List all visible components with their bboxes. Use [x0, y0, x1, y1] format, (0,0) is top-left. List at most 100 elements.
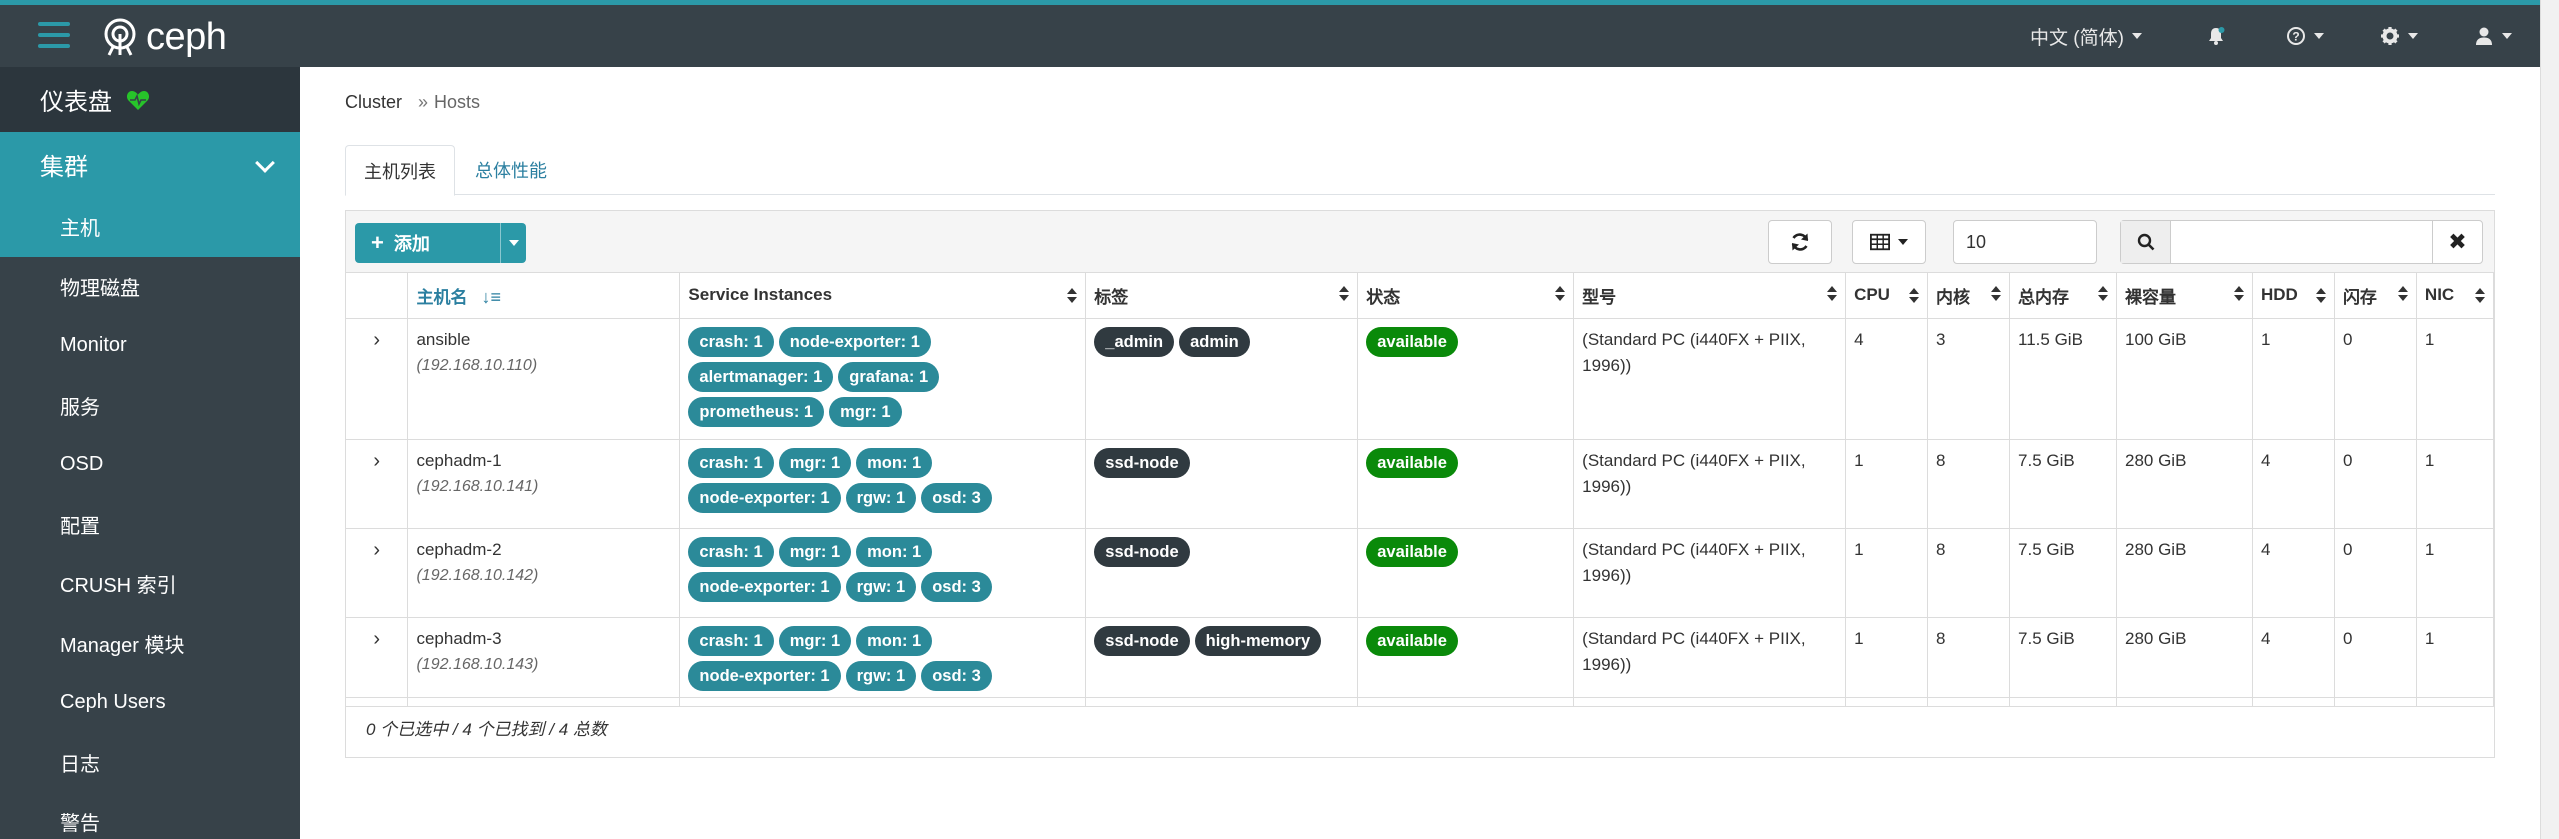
ceph-logo-icon	[104, 18, 136, 56]
host-ip: (192.168.10.110)	[416, 356, 538, 374]
sidebar-item-dashboard[interactable]: 仪表盘	[0, 67, 300, 132]
search-input[interactable]	[2171, 221, 2432, 263]
table-row[interactable]: › cephadm-3 (192.168.10.143) crash: 1 mgr: 1…	[346, 617, 2495, 707]
service-badge: osd: 3	[921, 571, 992, 602]
sidebar-item-services[interactable]: 服务	[0, 376, 300, 436]
cpu-cell: 1	[1845, 528, 1929, 618]
flash-cell: 0	[2334, 439, 2417, 529]
expand-row-button[interactable]: ›	[346, 439, 409, 529]
table-footer: 0 个已选中 / 4 个已找到 / 4 总数	[346, 697, 2494, 757]
clear-search-button[interactable]: ✖	[2432, 221, 2482, 263]
notifications-button[interactable]	[2206, 5, 2226, 67]
sidebar-item-alerts[interactable]: 警告	[0, 792, 300, 839]
model-cell: (Standard PC (i440FX + PIIX, 1996))	[1573, 318, 1847, 440]
service-badge: grafana: 1	[838, 361, 940, 392]
language-selector[interactable]: 中文 (简体)	[2030, 5, 2142, 67]
sidebar-item-physical-disks[interactable]: 物理磁盘	[0, 257, 300, 317]
host-ip: (192.168.10.143)	[416, 655, 539, 673]
service-badge: alertmanager: 1	[688, 361, 834, 392]
service-badge: mon: 1	[856, 536, 933, 567]
column-header-service-instances[interactable]: Service Instances	[679, 273, 1087, 319]
sidebar-item-crush-map[interactable]: CRUSH 索引	[0, 554, 300, 614]
flash-cell: 0	[2334, 318, 2417, 440]
sidebar: 仪表盘 集群 主机 物理磁盘 Monitor 服务 OSD 配置 CRUSH 索…	[0, 67, 300, 839]
column-header-labels[interactable]: 标签	[1085, 273, 1359, 319]
table-row[interactable]: › ansible (192.168.10.110) crash: 1 node-exp…	[346, 318, 2495, 440]
tab-host-list[interactable]: 主机列表	[345, 145, 455, 196]
label-badge: admin	[1179, 326, 1250, 357]
table-row[interactable]: › cephadm-1 (192.168.10.141) crash: 1 mgr: 1…	[346, 439, 2495, 529]
service-badge: mon: 1	[856, 625, 933, 656]
sidebar-item-hosts[interactable]: 主机	[0, 197, 300, 257]
expand-row-button[interactable]: ›	[346, 617, 409, 707]
service-badge: mgr: 1	[829, 396, 902, 427]
raw-capacity-cell: 100 GiB	[2116, 318, 2253, 440]
brand-name: ceph	[146, 15, 227, 58]
sidebar-item-ceph-users[interactable]: Ceph Users	[0, 673, 300, 733]
add-dropdown-toggle[interactable]	[500, 223, 526, 263]
column-header-cpu[interactable]: CPU	[1845, 273, 1929, 319]
hosts-table: 主机名 ↓≡ Service Instances 标签 状态 型号 CPU 内核 …	[346, 273, 2495, 707]
expand-row-button[interactable]: ›	[346, 318, 409, 440]
settings-menu[interactable]	[2380, 5, 2418, 67]
sidebar-item-manager-modules[interactable]: Manager 模块	[0, 614, 300, 674]
table-row[interactable]: › cephadm-2 (192.168.10.142) crash: 1 mgr: 1…	[346, 528, 2495, 618]
chevron-down-icon	[2502, 33, 2512, 39]
hdd-cell: 4	[2252, 439, 2335, 529]
service-badge: node-exporter: 1	[688, 571, 841, 602]
sidebar-item-cluster[interactable]: 集群	[0, 132, 300, 197]
hamburger-menu-icon[interactable]	[38, 22, 70, 48]
column-header-hostname[interactable]: 主机名 ↓≡	[407, 273, 681, 319]
sidebar-item-logs[interactable]: 日志	[0, 733, 300, 793]
column-header-raw-capacity[interactable]: 裸容量	[2116, 273, 2253, 319]
search-icon	[2121, 221, 2171, 263]
sidebar-item-label: Ceph Users	[60, 691, 166, 714]
hostname: cephadm-2	[416, 539, 502, 559]
language-label: 中文 (简体)	[2030, 27, 2124, 49]
hostname: cephadm-3	[416, 628, 502, 648]
sort-icon	[1555, 285, 1566, 303]
label-badge: ssd-node	[1094, 536, 1190, 567]
nic-cell: 1	[2416, 617, 2495, 707]
status-badge: available	[1366, 326, 1458, 357]
expand-row-button[interactable]: ›	[346, 528, 409, 618]
sidebar-item-configuration[interactable]: 配置	[0, 495, 300, 555]
sort-icon	[1827, 285, 1838, 303]
refresh-button[interactable]	[1768, 220, 1832, 264]
hostname-cell: ansible (192.168.10.110)	[407, 318, 681, 440]
page-scrollbar[interactable]	[2540, 0, 2559, 839]
flash-cell: 0	[2334, 528, 2417, 618]
add-host-button[interactable]: + 添加	[355, 223, 526, 263]
hostname: cephadm-1	[416, 450, 502, 470]
sidebar-item-monitor[interactable]: Monitor	[0, 316, 300, 376]
column-header-hdd[interactable]: HDD	[2252, 273, 2335, 319]
column-header-cores[interactable]: 内核	[1927, 273, 2011, 319]
user-menu[interactable]	[2474, 5, 2512, 67]
column-header-flash[interactable]: 闪存	[2334, 273, 2417, 319]
help-menu[interactable]: ?	[2286, 5, 2324, 67]
sidebar-item-label: 物理磁盘	[60, 277, 140, 300]
cores-cell: 8	[1927, 439, 2011, 529]
sort-icon	[1339, 285, 1350, 303]
service-badge: prometheus: 1	[688, 396, 825, 427]
sort-icon	[1067, 287, 1078, 305]
host-ip: (192.168.10.141)	[416, 477, 539, 495]
labels-cell: _admin admin	[1085, 318, 1359, 440]
column-toggle-button[interactable]	[1852, 220, 1926, 264]
column-header-nic[interactable]: NIC	[2416, 273, 2495, 319]
search-box: ✖	[2120, 220, 2483, 264]
cpu-cell: 1	[1845, 439, 1929, 529]
user-icon	[2476, 27, 2492, 45]
column-header-model[interactable]: 型号	[1573, 273, 1847, 319]
service-badge: rgw: 1	[845, 482, 917, 513]
breadcrumb-current: Hosts	[434, 92, 481, 112]
nic-cell: 1	[2416, 528, 2495, 618]
ceph-logo[interactable]: ceph	[100, 15, 227, 59]
tab-overall-performance[interactable]: 总体性能	[457, 145, 565, 195]
breadcrumb-parent[interactable]: Cluster	[345, 92, 402, 113]
sidebar-item-osd[interactable]: OSD	[0, 435, 300, 495]
page-size-input[interactable]: 10	[1953, 220, 2097, 264]
nic-cell: 1	[2416, 318, 2495, 440]
column-header-status[interactable]: 状态	[1357, 273, 1575, 319]
column-header-total-memory[interactable]: 总内存	[2009, 273, 2117, 319]
